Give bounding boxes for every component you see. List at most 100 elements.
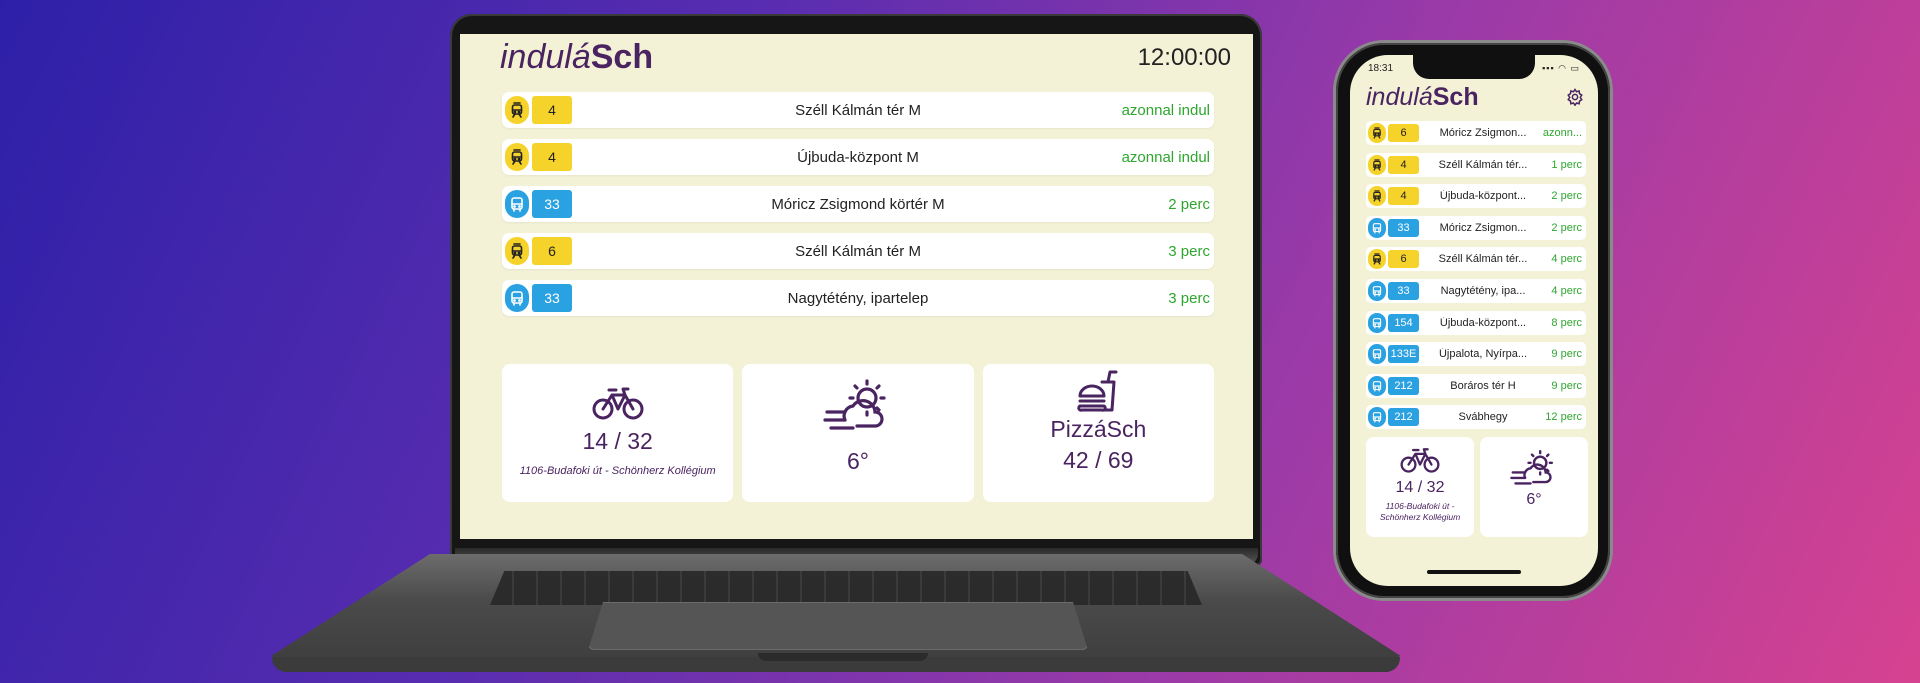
departure-eta: 3 perc	[1168, 289, 1210, 307]
bike-station: 1106-Budafoki út - Schönherz Kollégium	[1379, 501, 1461, 522]
destination: Széll Kálmán tér...	[1438, 158, 1528, 171]
phone-notch	[1413, 55, 1535, 79]
bus-icon	[1368, 344, 1386, 365]
departure-eta: azonnal indul	[1121, 101, 1210, 119]
departure-row[interactable]: 133E Újpalota, Nyírpa... 9 perc	[1366, 342, 1586, 367]
tram-icon	[1368, 123, 1386, 143]
departure-row[interactable]: 4 Széll Kálmán tér M azonnal indul	[502, 92, 1214, 128]
destination: Svábhegy	[1458, 411, 1508, 424]
bus-icon	[1368, 407, 1386, 428]
line-number-badge: 4	[1388, 155, 1419, 174]
tram-icon	[1368, 249, 1386, 270]
departure-row[interactable]: 4 Újbuda-központ M azonnal indul	[502, 139, 1214, 175]
bicycle-icon	[1400, 448, 1440, 473]
laptop-keyboard	[490, 571, 1202, 605]
bus-icon	[1368, 375, 1386, 396]
info-cards: 14 / 32 1106-Budafoki út - Schönherz Kol…	[502, 364, 1214, 502]
bus-icon	[505, 284, 529, 312]
departure-eta: azonnal indul	[1121, 148, 1210, 166]
departure-row[interactable]: 33 Móricz Zsigmond körtér M 2 perc	[502, 186, 1214, 222]
status-icons: ▪▪▪ ◠ ▭	[1542, 63, 1580, 73]
app-logo: induláSch	[1366, 83, 1479, 111]
laptop-screen: induláSch 12:00:00 4 Széll Kálmán tér M az…	[460, 34, 1253, 539]
pizza-count: 42 / 69	[1063, 447, 1134, 473]
departure-list: 6 Móricz Zsigmon... azonn... 4 Széll Kálmán …	[1366, 121, 1586, 437]
status-time: 18:31	[1368, 63, 1394, 74]
bike-card[interactable]: 14 / 32 1106-Budafoki út - Schönherz Kol…	[1366, 437, 1474, 537]
clock: 12:00:00	[1137, 44, 1231, 71]
phone-screen: 18:31 ▪▪▪ ◠ ▭ induláSch 6 Móricz Zsigmon.…	[1350, 55, 1598, 586]
destination: Móricz Zsigmond körtér M	[771, 195, 945, 213]
line-number-badge: 6	[532, 237, 572, 265]
pizza-name: PizzáSch	[1050, 416, 1147, 442]
line-number-badge: 33	[1388, 281, 1419, 300]
destination: Széll Kálmán tér M	[795, 242, 921, 260]
destination: Boráros tér H	[1450, 379, 1516, 392]
destination: Széll Kálmán tér M	[795, 101, 921, 119]
home-indicator[interactable]	[1427, 570, 1521, 574]
weather-card[interactable]: 6°	[1480, 437, 1588, 537]
departure-eta: 2 perc	[1168, 195, 1210, 213]
laptop-notch	[758, 653, 928, 661]
bus-icon	[1368, 280, 1386, 301]
destination: Újbuda-központ M	[797, 148, 919, 166]
tram-icon	[1368, 154, 1386, 175]
temperature: 6°	[1526, 491, 1542, 508]
departure-eta: 2 perc	[1551, 221, 1582, 234]
destination: Újpalota, Nyírpa...	[1438, 348, 1528, 361]
departure-row[interactable]: 4 Újbuda-központ... 2 perc	[1366, 184, 1586, 209]
line-number-badge: 4	[1388, 187, 1419, 206]
departure-row[interactable]: 6 Széll Kálmán tér... 4 perc	[1366, 247, 1586, 272]
bike-count: 14 / 32	[582, 428, 653, 454]
departure-eta: 4 perc	[1551, 253, 1582, 266]
tram-icon	[1368, 186, 1386, 207]
burger-drink-icon	[1077, 370, 1118, 412]
departure-eta: azonn...	[1542, 127, 1582, 139]
departure-row[interactable]: 6 Móricz Zsigmon... azonn...	[1366, 121, 1586, 145]
bus-icon	[1368, 312, 1386, 333]
line-number-badge: 154	[1388, 313, 1419, 332]
pizza-card[interactable]: PizzáSch 42 / 69	[982, 364, 1214, 502]
departure-eta: 9 perc	[1551, 348, 1582, 361]
windy-partly-cloudy-icon	[1510, 449, 1554, 485]
departure-row[interactable]: 6 Széll Kálmán tér M 3 perc	[502, 233, 1214, 269]
departure-eta: 12 perc	[1545, 411, 1582, 424]
bus-icon	[1368, 217, 1386, 238]
laptop-trackpad	[588, 602, 1088, 650]
line-number-badge: 33	[532, 190, 572, 218]
bike-station: 1106-Budafoki út - Schönherz Kollégium	[519, 465, 716, 477]
temperature: 6°	[846, 448, 869, 474]
bicycle-icon	[592, 387, 644, 420]
destination: Széll Kálmán tér...	[1438, 253, 1528, 266]
departure-eta: 8 perc	[1551, 316, 1582, 329]
bike-count: 14 / 32	[1395, 479, 1445, 496]
departure-row[interactable]: 212 Boráros tér H 9 perc	[1366, 373, 1586, 398]
tram-icon	[505, 96, 529, 124]
departure-row[interactable]: 4 Széll Kálmán tér... 1 perc	[1366, 152, 1586, 177]
weather-card[interactable]: 6°	[742, 364, 974, 502]
destination: Nagytétény, ipa...	[1440, 284, 1526, 297]
departure-row[interactable]: 33 Móricz Zsigmon... 2 perc	[1366, 215, 1586, 240]
line-number-badge: 33	[1388, 218, 1419, 237]
destination: Móricz Zsigmon...	[1439, 221, 1527, 234]
tram-icon	[505, 237, 529, 265]
gear-icon[interactable]	[1566, 88, 1584, 106]
departure-row[interactable]: 154 Újbuda-központ... 8 perc	[1366, 310, 1586, 335]
departure-eta: 3 perc	[1168, 242, 1210, 260]
bike-card[interactable]: 14 / 32 1106-Budafoki út - Schönherz Kol…	[502, 364, 734, 502]
destination: Nagytétény, ipartelep	[787, 289, 929, 307]
departure-row[interactable]: 33 Nagytétény, ipartelep 3 perc	[502, 280, 1214, 316]
departure-row[interactable]: 212 Svábhegy 12 perc	[1366, 405, 1586, 430]
departure-row[interactable]: 33 Nagytétény, ipa... 4 perc	[1366, 278, 1586, 303]
departure-eta: 9 perc	[1551, 379, 1582, 392]
info-cards: 14 / 32 1106-Budafoki út - Schönherz Kol…	[1366, 437, 1588, 537]
departure-eta: 4 perc	[1551, 284, 1582, 297]
line-number-badge: 4	[532, 143, 572, 171]
tram-icon	[505, 143, 529, 171]
departure-eta: 2 perc	[1551, 190, 1582, 203]
line-number-badge: 4	[532, 96, 572, 124]
line-number-badge: 33	[532, 284, 572, 312]
line-number-badge: 133E	[1388, 345, 1419, 364]
departure-eta: 1 perc	[1551, 158, 1582, 171]
line-number-badge: 6	[1388, 124, 1419, 142]
